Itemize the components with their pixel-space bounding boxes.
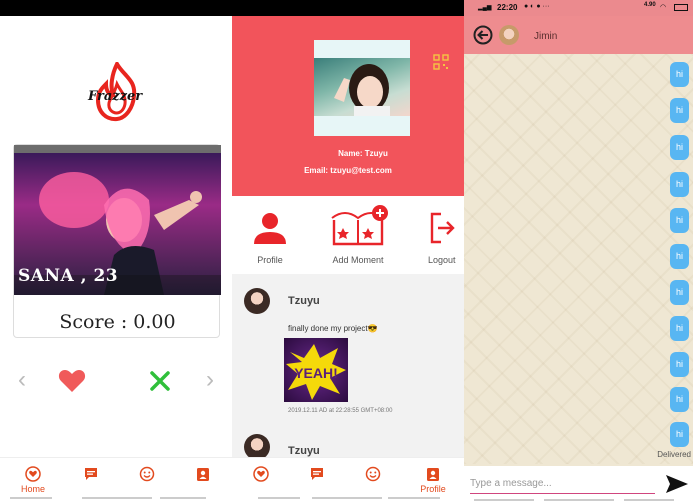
profile-badge-icon [197,468,209,481]
logo-text: Frazzer [88,89,143,104]
status-bar: ▂▄▆ 22:20 ● ◐ ● ··· 4.90 ◠ [464,0,693,16]
nav-emoji[interactable] [348,466,398,482]
add-moment-label: Add Moment [332,255,384,265]
message-bubble[interactable]: hi [670,135,689,160]
message-bubble[interactable]: hi [670,352,689,377]
nav-profile-label: Profile [420,484,446,494]
chat-contact-name: Jimin [534,31,558,42]
add-moment-book-icon [331,205,388,246]
logout-action[interactable]: Logout [428,210,456,265]
avatar[interactable] [499,25,519,45]
profile-badge-icon [427,468,439,481]
network-speed: 4.90 [644,2,656,8]
message-bubble[interactable]: hi [670,98,689,123]
battery-icon [674,4,688,11]
profile-picture-frame[interactable] [314,40,410,136]
post-timestamp: 2019.12.11 AD at 22:28:55 GMT+08:00 [288,408,393,414]
smiley-icon [139,466,155,482]
back-arrow-icon[interactable] [473,25,493,45]
message-bubble[interactable]: hi [670,387,689,412]
profile-screen: Name: Tzuyu Email: tzuyu@test.com Profil… [232,0,464,503]
profile-picture [314,58,410,116]
profile-photo: SANA , 23 [14,145,221,295]
bottom-nav: Profile [232,457,464,503]
message-list[interactable]: hi hi hi hi hi hi hi hi hi hi hi [464,54,693,464]
nav-home-label: Home [20,484,45,494]
signal-icon: ▂▄▆ [478,5,492,11]
nav-emoji[interactable] [122,466,172,482]
nav-home[interactable]: Home [8,466,58,494]
status-bar [0,0,232,16]
chat-icon [85,468,97,480]
profile-action[interactable]: Profile [252,210,288,265]
post-text: finally done my project😎 [288,324,378,333]
avatar[interactable] [244,288,270,314]
nav-messages[interactable] [66,466,116,482]
home-heart-icon [25,466,41,482]
status-time: 22:20 [497,3,518,12]
profile-card[interactable]: SANA , 23 Score : 0.00 [13,144,221,338]
app-logo: Frazzer [80,59,154,124]
profile-name-age: SANA , 23 [18,266,119,286]
message-composer [464,466,693,503]
qr-code-icon[interactable] [433,54,449,70]
post-author: Tzuyu [288,445,320,457]
like-heart-button[interactable] [58,369,86,393]
status-bar [232,0,464,16]
message-bubble[interactable]: hi [670,280,689,305]
message-bubble[interactable]: hi [670,62,689,87]
nav-home[interactable] [236,466,286,482]
dating-app-screen: Frazzer SANA , 23 Score : 0.00 ‹ › Home [0,0,232,503]
post-author: Tzuyu [288,295,320,307]
moments-feed: Tzuyu finally done my project😎 YEAH! 201… [232,274,464,460]
message-bubble[interactable]: hi [670,172,689,197]
chat-screen: ▂▄▆ 22:20 ● ◐ ● ··· 4.90 ◠ Jimin hi hi h… [464,0,693,503]
nav-messages[interactable] [292,466,342,482]
person-icon [254,213,286,244]
delivered-status: Delivered [657,450,691,459]
nav-profile[interactable] [178,466,228,482]
notification-icons: ● ◐ ● ··· [524,3,550,10]
profile-email: Email: tzuyu@test.com [304,166,392,175]
post-image[interactable]: YEAH! [284,338,348,402]
score-text: Score : 0.00 [59,311,176,333]
bottom-nav: Home [0,457,232,503]
post-image-text: YEAH! [294,365,338,381]
chat-header: Jimin [464,16,693,54]
wifi-icon: ◠ [660,4,667,11]
profile-header: Name: Tzuyu Email: tzuyu@test.com [232,0,464,196]
message-bubble[interactable]: hi [670,208,689,233]
message-bubble[interactable]: hi [670,422,689,447]
profile-name: Name: Tzuyu [338,149,388,158]
logout-label: Logout [428,255,456,265]
logout-icon [430,212,455,244]
previous-arrow-icon[interactable]: ‹ [12,368,32,392]
add-moment-action[interactable]: Add Moment [328,204,388,265]
message-input[interactable] [470,474,655,494]
message-bubble[interactable]: hi [670,244,689,269]
profile-actions: Profile Add Moment Logout [232,196,464,274]
smiley-icon [365,466,381,482]
home-heart-icon [253,466,269,482]
message-bubble[interactable]: hi [670,316,689,341]
chat-icon [311,468,323,480]
dislike-x-button[interactable] [150,371,170,391]
nav-profile[interactable]: Profile [408,466,458,494]
send-icon[interactable] [665,474,689,494]
profile-action-label: Profile [257,255,283,265]
next-arrow-icon[interactable]: › [200,368,220,392]
